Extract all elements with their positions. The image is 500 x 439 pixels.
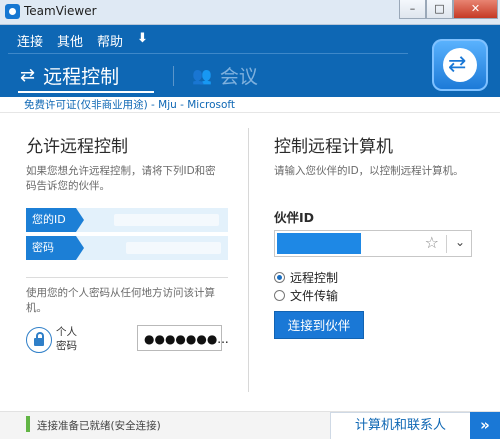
dropdown-divider: [446, 235, 447, 253]
allow-remote-desc: 如果您想允许远程控制，请将下列ID和密码告诉您的伙伴。: [26, 165, 216, 192]
status-bar: 连接准备已就绪(安全连接) 计算机和联系人 »: [0, 411, 500, 439]
radio-file-transfer[interactable]: 文件传输: [274, 287, 338, 304]
title-bar: TeamViewer – □ ✕: [0, 0, 500, 25]
tab-meeting[interactable]: 👥 会议: [192, 62, 258, 89]
password-value: [126, 242, 221, 254]
minimize-button[interactable]: –: [399, 0, 426, 19]
allow-remote-title: 允许远程控制: [26, 137, 128, 157]
close-button[interactable]: ✕: [453, 0, 498, 19]
radio-dot-selected[interactable]: [274, 272, 285, 283]
radio-dot[interactable]: [274, 290, 285, 301]
window-title: TeamViewer: [24, 4, 97, 18]
tab-meeting-label: 会议: [219, 66, 258, 88]
control-remote-desc: 请输入您伙伴的ID，以控制远程计算机。: [274, 165, 464, 177]
your-id-value: [114, 214, 219, 226]
maximize-button[interactable]: □: [426, 0, 453, 19]
status-text: 连接准备已就绪(安全连接): [37, 420, 161, 432]
allow-remote-panel: 允许远程控制 如果您想允许远程控制，请将下列ID和密码告诉您的伙伴。 您的ID …: [0, 114, 248, 410]
menu-bar: 连接 其他 帮助 ⬇: [17, 31, 148, 50]
radio-remote-control[interactable]: 远程控制: [274, 269, 338, 286]
radio-remote-label: 远程控制: [290, 271, 339, 285]
tab-remote-control[interactable]: ⇄ 远程控制: [20, 62, 119, 89]
expand-arrow-icon[interactable]: »: [470, 412, 500, 439]
menu-connect[interactable]: 连接: [17, 31, 43, 50]
teamviewer-icon: [5, 4, 20, 19]
your-id-label: 您的ID: [26, 208, 84, 232]
radio-transfer-label: 文件传输: [290, 289, 339, 303]
menu-other[interactable]: 其他: [57, 31, 83, 50]
license-text: 免费许可证(仅非商业用途) - Mju - Microsoft: [0, 97, 500, 113]
status-indicator: [26, 416, 30, 432]
control-remote-panel: 控制远程计算机 请输入您伙伴的ID，以控制远程计算机。 伙伴ID ☆ ⌄ 远程控…: [249, 114, 500, 410]
personal-password-field[interactable]: ●●●●●●●...: [137, 325, 229, 351]
section-divider: [26, 277, 228, 278]
window-controls: – □ ✕: [399, 0, 498, 19]
connect-to-partner-button[interactable]: 连接到伙伴: [274, 311, 364, 339]
menu-divider: [8, 53, 408, 54]
teamviewer-logo: [432, 39, 488, 91]
download-icon[interactable]: ⬇: [137, 31, 148, 50]
tab-separator: [173, 66, 174, 86]
partner-id-input[interactable]: ☆ ⌄: [274, 230, 472, 257]
password-label: 密码: [26, 236, 84, 260]
chevron-down-icon[interactable]: ⌄: [455, 235, 465, 249]
star-icon[interactable]: ☆: [425, 233, 439, 252]
password-row: 密码: [26, 236, 228, 260]
personal-password-label: 个人密码: [56, 326, 77, 352]
personal-password-desc: 使用您的个人密码从任何地方访问该计算机。: [26, 287, 215, 314]
menu-help[interactable]: 帮助: [97, 31, 123, 50]
partner-id-label: 伙伴ID: [274, 210, 315, 225]
tab-remote-label: 远程控制: [43, 66, 120, 88]
your-id-row: 您的ID: [26, 208, 228, 232]
partner-id-value: [277, 233, 361, 254]
lock-icon: [26, 327, 52, 353]
active-tab-indicator: [18, 91, 154, 93]
header: 连接 其他 帮助 ⬇ ⇄ 远程控制 👥 会议 免费许可证(仅非商业用途) - M…: [0, 25, 500, 113]
control-remote-title: 控制远程计算机: [274, 137, 393, 157]
computers-contacts-button[interactable]: 计算机和联系人: [330, 412, 470, 439]
people-icon: 👥: [192, 66, 212, 85]
swap-arrows-icon: ⇄: [20, 65, 36, 86]
